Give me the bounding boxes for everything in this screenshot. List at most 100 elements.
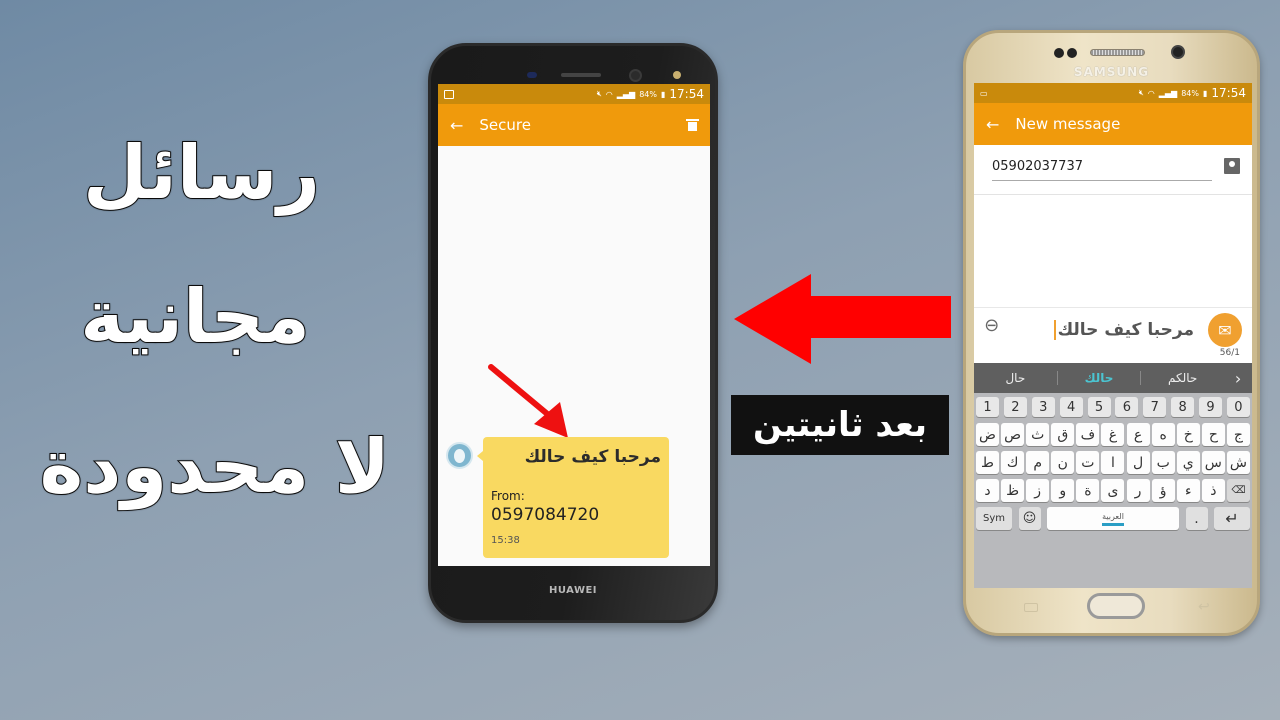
key[interactable]: 5 [1087, 397, 1111, 417]
key[interactable]: س [1201, 451, 1225, 474]
image-notification-icon [444, 89, 454, 99]
key[interactable]: ه [1151, 423, 1175, 446]
clock: 17:54 [1211, 86, 1246, 100]
message-time: 15:38 [491, 535, 520, 546]
sender-phone: SAMSUNG ▭ 🔇︎ ◠ ▂▄▆ 84% ▮ 17:54 ← New mes… [963, 30, 1260, 636]
key[interactable]: ط [976, 451, 999, 474]
battery-percent: 84% [1181, 88, 1199, 98]
key[interactable]: 6 [1115, 397, 1139, 417]
earpiece [1090, 49, 1145, 56]
app-bar: ← Secure [438, 104, 710, 146]
key[interactable]: د [976, 479, 999, 502]
contact-picker-icon[interactable] [1224, 158, 1240, 174]
key[interactable]: 8 [1171, 397, 1195, 417]
key[interactable]: ؤ [1151, 479, 1175, 502]
key[interactable]: ش [1226, 451, 1250, 474]
front-camera-icon [1171, 45, 1185, 59]
receiver-screen: 🔇︎ ◠ ▂▄▆ 84% ▮ 17:54 ← Secure مرحبا كيف … [438, 84, 710, 566]
compose-bar: ⊘ مرحبا كيف حالك ✉ 56/1 [974, 307, 1252, 363]
key[interactable]: ق [1051, 423, 1075, 446]
suggestion-item-active[interactable]: حالك [1056, 371, 1141, 385]
flash-icon [673, 71, 681, 79]
conversation-title: Secure [479, 116, 531, 134]
pointer-arrow-icon [488, 364, 568, 438]
key[interactable]: خ [1176, 423, 1200, 446]
key-row-bottom: Sym ☺ العربية . ↵ [976, 507, 1250, 530]
key[interactable]: 2 [1003, 397, 1027, 417]
key[interactable]: ذ [1201, 479, 1225, 502]
sym-key[interactable]: Sym [976, 507, 1012, 530]
space-bar-indicator [1102, 522, 1124, 526]
keyboard-notification-icon: ▭ [980, 88, 988, 98]
message-input[interactable]: مرحبا كيف حالك [1053, 320, 1194, 340]
chevron-right-icon[interactable]: › [1224, 369, 1252, 388]
keyboard: 1234567890 جحخهعغفقثصض شسيبلاتنمكط ⌫ ذ ء ؤ ر… [974, 393, 1252, 588]
space-key[interactable]: العربية [1047, 507, 1179, 530]
key-row-2: شسيبلاتنمكط [976, 451, 1250, 474]
key[interactable]: ي [1176, 451, 1200, 474]
key[interactable]: ب [1151, 451, 1175, 474]
phone-brand: SAMSUNG [1073, 65, 1150, 79]
key[interactable]: ج [1226, 423, 1250, 446]
transfer-arrow-icon [734, 274, 951, 364]
key[interactable]: ع [1126, 423, 1150, 446]
suggestion-item[interactable]: حال [974, 371, 1057, 385]
mute-icon: 🔇︎ [596, 89, 602, 98]
key[interactable]: ر [1126, 479, 1150, 502]
key[interactable]: 1 [976, 397, 999, 417]
emoji-key-icon[interactable]: ☺ [1018, 507, 1041, 530]
key[interactable]: ء [1176, 479, 1200, 502]
attachment-icon[interactable]: ⊘ [979, 313, 1005, 339]
battery-icon: ▮ [1203, 88, 1208, 98]
key[interactable]: 4 [1059, 397, 1083, 417]
recipient-underline [992, 180, 1212, 181]
sender-screen: ▭ 🔇︎ ◠ ▂▄▆ 84% ▮ 17:54 ← New message 059… [974, 83, 1252, 588]
key[interactable]: ن [1051, 451, 1075, 474]
arrow-left-icon[interactable]: ← [450, 116, 463, 135]
headline-line-3: لا محدودة [39, 424, 391, 510]
key[interactable]: 3 [1031, 397, 1055, 417]
key[interactable]: م [1026, 451, 1050, 474]
key[interactable]: و [1051, 479, 1075, 502]
status-bar: 🔇︎ ◠ ▂▄▆ 84% ▮ 17:54 [438, 84, 710, 104]
key[interactable]: ك [1001, 451, 1025, 474]
key[interactable]: ى [1101, 479, 1125, 502]
headline-line-1: رسائل [82, 130, 321, 216]
wifi-icon: ◠ [605, 89, 613, 99]
key[interactable]: غ [1101, 423, 1125, 446]
key[interactable]: ث [1026, 423, 1050, 446]
message-text: مرحبا كيف حالك [524, 447, 661, 467]
key[interactable]: 9 [1199, 397, 1222, 417]
key[interactable]: 7 [1143, 397, 1167, 417]
suggestion-item[interactable]: حالكم [1140, 371, 1224, 385]
key[interactable]: ض [976, 423, 999, 446]
recipient-field[interactable]: 05902037737 [974, 145, 1252, 195]
enter-key[interactable]: ↵ [1214, 507, 1250, 530]
home-button[interactable] [1087, 593, 1145, 619]
key[interactable]: ح [1201, 423, 1225, 446]
key[interactable]: ة [1076, 479, 1100, 502]
arrow-left-icon[interactable]: ← [986, 115, 999, 134]
message-from-label: From: [491, 489, 525, 503]
key[interactable]: ظ [1001, 479, 1025, 502]
trash-icon[interactable] [686, 119, 699, 131]
key[interactable]: 0 [1226, 397, 1250, 417]
back-key-icon[interactable]: ↩ [1198, 599, 1210, 615]
send-message-icon[interactable]: ✉ [1208, 313, 1242, 347]
backspace-key-icon[interactable]: ⌫ [1226, 479, 1250, 502]
headline-line-2: مجانية [79, 274, 311, 360]
key[interactable]: ا [1101, 451, 1125, 474]
period-key[interactable]: . [1185, 507, 1208, 530]
signal-icon: ▂▄▆ [1158, 88, 1178, 98]
message-bubble[interactable]: مرحبا كيف حالك From: 0597084720 15:38 [477, 437, 669, 558]
wifi-icon: ◠ [1147, 88, 1155, 98]
screen-title: New message [1015, 115, 1121, 133]
recent-apps-icon[interactable] [1024, 603, 1038, 612]
key[interactable]: ت [1076, 451, 1100, 474]
sender-avatar[interactable] [446, 442, 473, 469]
key[interactable]: ز [1026, 479, 1050, 502]
key[interactable]: ف [1076, 423, 1100, 446]
key[interactable]: ل [1126, 451, 1150, 474]
recipient-number[interactable]: 05902037737 [992, 159, 1083, 174]
key[interactable]: ص [1001, 423, 1025, 446]
